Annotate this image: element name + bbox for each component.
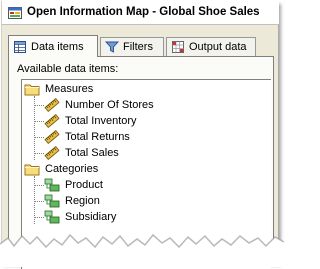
tree-node-label: Subsidiary (65, 211, 117, 223)
tree-item-category[interactable]: Product (44, 177, 103, 193)
information-map-icon (8, 7, 22, 19)
tree-node-label: Total Inventory (65, 115, 137, 127)
tab-filters[interactable]: Filters (100, 37, 164, 56)
category-hierarchy-icon (44, 210, 60, 224)
tree-connector (34, 217, 44, 218)
title-bar[interactable]: Open Information Map - Global Shoe Sales (2, 1, 279, 25)
tree-connector (34, 153, 44, 154)
tree-folder-categories[interactable]: Categories (24, 161, 98, 177)
category-hierarchy-icon (44, 194, 60, 208)
tree-connector (34, 137, 44, 138)
tree-connector (34, 121, 44, 122)
tree-item-measure[interactable]: Total Returns (44, 129, 130, 145)
tree-connector (34, 185, 44, 186)
category-hierarchy-icon (44, 178, 60, 192)
measure-ruler-icon (44, 146, 60, 160)
window-title: Open Information Map - Global Shoe Sales (27, 6, 260, 18)
tree-node-label: Product (65, 179, 103, 191)
tree-node-label: Number Of Stores (65, 99, 154, 111)
filter-funnel-icon (105, 41, 119, 53)
output-data-icon (172, 41, 184, 53)
data-items-icon (14, 40, 26, 53)
tab-data-items[interactable]: Data items (8, 35, 98, 57)
tree-item-measure[interactable]: Total Inventory (44, 113, 137, 129)
tree-node-label: Total Sales (65, 147, 119, 159)
folder-icon (24, 82, 40, 96)
tree-node-label: Categories (45, 163, 99, 175)
folder-icon (24, 162, 40, 176)
measure-ruler-icon (44, 98, 60, 112)
tab-label: Filters (123, 41, 153, 53)
tree-node-label: Region (65, 195, 100, 207)
available-data-items-label: Available data items: (17, 63, 119, 75)
tree-node-label: Total Returns (65, 131, 130, 143)
tab-label: Output data (189, 41, 247, 53)
tree-item-category[interactable]: Subsidiary (44, 209, 116, 225)
torn-edge-decoration (0, 233, 284, 267)
dialog-window: Open Information Map - Global Shoe Sales… (1, 1, 279, 269)
tree-item-measure[interactable]: Number Of Stores (44, 97, 154, 113)
tab-strip: Data items Filters Output data (8, 35, 274, 57)
tree-item-measure[interactable]: Total Sales (44, 145, 119, 161)
measure-ruler-icon (44, 130, 60, 144)
tree-folder-measures[interactable]: Measures (24, 81, 93, 97)
tree-item-category[interactable]: Region (44, 193, 100, 209)
tree-node-label: Measures (45, 83, 94, 95)
tab-output-data[interactable]: Output data (166, 37, 256, 56)
tab-label: Data items (31, 40, 84, 53)
tree-connector (34, 105, 44, 106)
tree-connector (34, 201, 44, 202)
measure-ruler-icon (44, 114, 60, 128)
